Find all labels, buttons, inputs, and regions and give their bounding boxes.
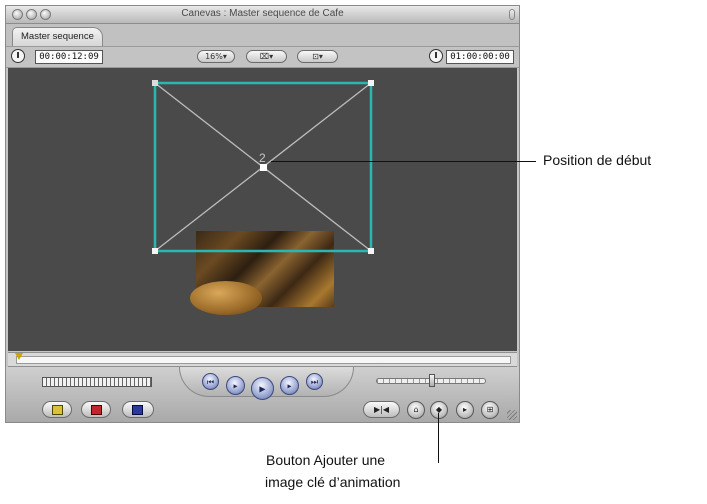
toolbar-toggle-button[interactable]	[509, 9, 515, 20]
match-frame-icon	[132, 405, 143, 415]
keyframe-diamond-icon: ◆	[435, 405, 443, 414]
previous-edit-button[interactable]: ⏮	[202, 373, 219, 390]
callout-leader-line	[271, 161, 536, 162]
shuttle-control[interactable]	[42, 377, 152, 387]
chevron-down-icon: ▾	[222, 52, 227, 61]
scrubber-bar[interactable]	[8, 352, 517, 367]
insert-icon: ⊞	[486, 405, 494, 414]
window-title: Canevas : Master sequence de Cafe	[181, 8, 344, 19]
canvas-window: Canevas : Master sequence de Cafe Master…	[5, 5, 520, 423]
play-button[interactable]: ▶	[251, 377, 274, 400]
mark-out-icon	[91, 405, 102, 415]
next-edit-button[interactable]: ⏭	[306, 373, 323, 390]
add-marker-button[interactable]: ⌂	[407, 401, 425, 419]
jog-slider-knob[interactable]	[429, 374, 435, 387]
next-edit-icon: ⏭	[310, 377, 319, 386]
playhead-icon[interactable]	[15, 353, 23, 360]
transport-controls: ⏮ ▸ ▶ ▸ ⏭ ▶|◀ ⌂ ◆ ▸ ⊞	[6, 367, 519, 422]
center-point-handle[interactable]	[260, 164, 267, 171]
insert-button[interactable]: ⊞	[481, 401, 499, 419]
play-in-to-out-button[interactable]: ▸	[226, 376, 245, 395]
scrubber-track[interactable]	[16, 356, 511, 364]
match-frame-button[interactable]	[122, 401, 154, 418]
edit-points-button[interactable]: ▶|◀	[363, 401, 400, 418]
canvas-toolbar: 00:00:12:09 16%▾ ⌧▾ ⊡▾ 01:00:00:00	[6, 46, 519, 68]
view-popup[interactable]: ⌧▾	[246, 50, 287, 63]
motion-overlay: 2	[152, 80, 374, 254]
mark-in-button[interactable]	[42, 401, 72, 418]
canvas-view[interactable]: 2	[8, 68, 517, 351]
duration-timecode-field[interactable]: 01:00:00:00	[446, 50, 514, 64]
play-around-icon: ▸	[287, 381, 292, 390]
next-keyframe-button[interactable]: ▸	[456, 401, 474, 419]
edit-points-icon: ▶|◀	[374, 405, 389, 414]
zoom-popup[interactable]: 16%▾	[197, 50, 235, 63]
current-timecode-icon	[11, 49, 25, 63]
callout-start-position: Position de début	[543, 152, 652, 168]
corner-handle[interactable]	[152, 80, 158, 86]
next-keyframe-icon: ▸	[462, 405, 467, 414]
resize-grip-icon[interactable]	[507, 410, 517, 420]
corner-handle[interactable]	[368, 248, 374, 254]
play-in-to-out-icon: ▸	[233, 381, 238, 390]
previous-edit-icon: ⏮	[206, 377, 215, 386]
motion-point-label: 2	[259, 151, 266, 165]
zoom-value: 16%	[205, 52, 223, 61]
corner-handle[interactable]	[152, 248, 158, 254]
tab-master-sequence[interactable]: Master sequence	[12, 27, 103, 46]
callout-add-keyframe-line2: image clé d’animation	[265, 474, 401, 490]
overlay-popup[interactable]: ⊡▾	[297, 50, 338, 63]
add-keyframe-button[interactable]: ◆	[430, 401, 448, 419]
view-icon: ⌧▾	[259, 52, 274, 61]
duration-icon	[429, 49, 443, 63]
play-icon: ▶	[259, 384, 266, 393]
mark-in-icon	[52, 405, 63, 415]
callout-add-keyframe-line1: Bouton Ajouter une	[266, 452, 386, 468]
mark-out-button[interactable]	[81, 401, 111, 418]
overlay-icon: ⊡▾	[312, 52, 323, 61]
corner-handle[interactable]	[368, 80, 374, 86]
tab-row: Master sequence	[6, 24, 519, 46]
title-bar: Canevas : Master sequence de Cafe	[6, 6, 519, 24]
play-around-button[interactable]: ▸	[280, 376, 299, 395]
current-timecode-field[interactable]: 00:00:12:09	[35, 50, 103, 64]
callout-leader-line	[438, 413, 439, 463]
marker-icon: ⌂	[413, 405, 419, 414]
